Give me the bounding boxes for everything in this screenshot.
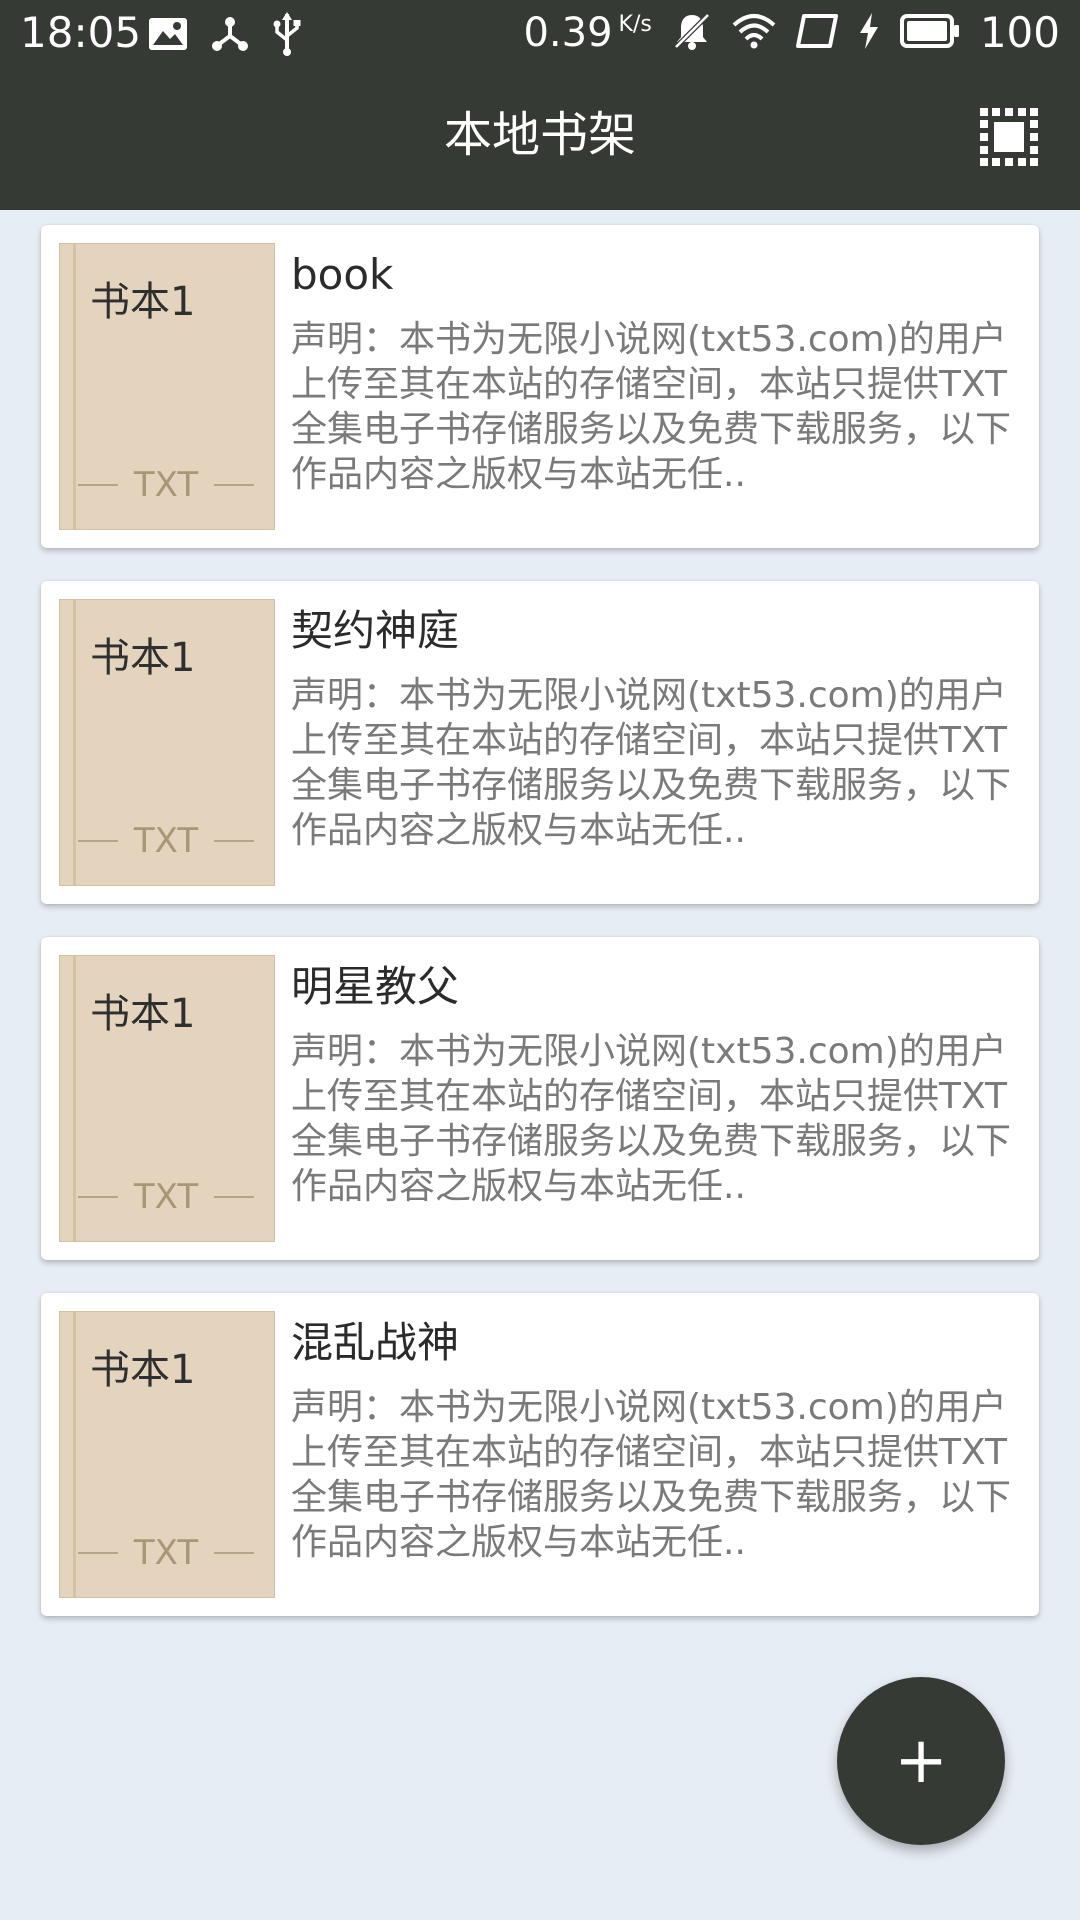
book-card[interactable]: 书本1 TXT book 声明：本书为无限小说网(txt53.com)的用户上传… (41, 225, 1039, 548)
cover-format: TXT (76, 1533, 256, 1573)
book-card[interactable]: 书本1 TXT 混乱战神 声明：本书为无限小说网(txt53.com)的用户上传… (41, 1293, 1039, 1616)
cover-spine (60, 956, 76, 1241)
book-description: 声明：本书为无限小说网(txt53.com)的用户上传至其在本站的存储空间，本站… (291, 675, 1011, 851)
page-title: 本地书架 (443, 107, 636, 163)
image-icon (148, 17, 188, 55)
book-description: 声明：本书为无限小说网(txt53.com)的用户上传至其在本站的存储空间，本站… (291, 1387, 1011, 1563)
status-left-icons (148, 12, 302, 60)
cover-dash (77, 1552, 118, 1554)
book-list: 书本1 TXT book 声明：本书为无限小说网(txt53.com)的用户上传… (41, 225, 1039, 1649)
mute-icon (672, 11, 712, 55)
cover-spine (60, 600, 76, 885)
book-cover: 书本1 TXT (59, 955, 275, 1242)
book-title: 明星教父 (291, 962, 460, 1011)
book-card[interactable]: 书本1 TXT 明星教父 声明：本书为无限小说网(txt53.com)的用户上传… (41, 937, 1039, 1260)
wifi-icon (732, 13, 776, 53)
app-root: 18:05 0.39 K/s 100 本地书架 书本1 TXT book 声明：… (0, 0, 1080, 1920)
status-time: 18:05 (20, 8, 142, 57)
cover-dash (214, 840, 255, 842)
select-all-icon (980, 108, 1038, 166)
book-description: 声明：本书为无限小说网(txt53.com)的用户上传至其在本站的存储空间，本站… (291, 1031, 1011, 1207)
book-cover: 书本1 TXT (59, 599, 275, 886)
cover-spine (60, 1312, 76, 1597)
net-speed-value: 0.39 (523, 10, 613, 56)
select-all-button[interactable] (980, 108, 1038, 166)
cover-format: TXT (76, 465, 256, 505)
status-bar: 18:05 0.39 K/s 100 (0, 0, 1080, 66)
top-bar: 18:05 0.39 K/s 100 本地书架 (0, 0, 1080, 210)
add-icon: + (894, 1724, 948, 1798)
cover-format: TXT (76, 821, 256, 861)
cover-dash (77, 840, 118, 842)
cover-title: 书本1 (90, 635, 196, 681)
cover-format-label: TXT (133, 821, 199, 861)
cover-spine (60, 244, 76, 529)
book-cover: 书本1 TXT (59, 1311, 275, 1598)
book-description: 声明：本书为无限小说网(txt53.com)的用户上传至其在本站的存储空间，本站… (291, 319, 1011, 495)
net-speed: 0.39 K/s (523, 8, 651, 58)
cover-title: 书本1 (90, 279, 196, 325)
cover-title: 书本1 (90, 1347, 196, 1393)
cover-format-label: TXT (133, 1533, 199, 1573)
book-cover: 书本1 TXT (59, 243, 275, 530)
cover-format-label: TXT (133, 465, 199, 505)
cover-dash (214, 1552, 255, 1554)
cover-dash (214, 484, 255, 486)
cover-dash (77, 1196, 118, 1198)
book-title: 契约神庭 (291, 606, 460, 655)
screen-icon (795, 13, 838, 53)
net-speed-unit: K/s (618, 12, 652, 37)
book-title: 混乱战神 (291, 1318, 460, 1367)
cover-format-label: TXT (133, 1177, 199, 1217)
cover-dash (214, 1196, 255, 1198)
status-right-group: 0.39 K/s 100 (523, 8, 1060, 58)
book-card[interactable]: 书本1 TXT 契约神庭 声明：本书为无限小说网(txt53.com)的用户上传… (41, 581, 1039, 904)
cover-title: 书本1 (90, 991, 196, 1037)
usb-icon (272, 12, 302, 60)
cover-dash (77, 484, 118, 486)
charging-icon (858, 13, 880, 53)
battery-level: 100 (979, 8, 1060, 57)
cover-format: TXT (76, 1177, 256, 1217)
add-book-button[interactable]: + (837, 1677, 1005, 1845)
share-icon (210, 14, 250, 58)
book-title: book (291, 250, 394, 299)
battery-icon (899, 14, 960, 52)
